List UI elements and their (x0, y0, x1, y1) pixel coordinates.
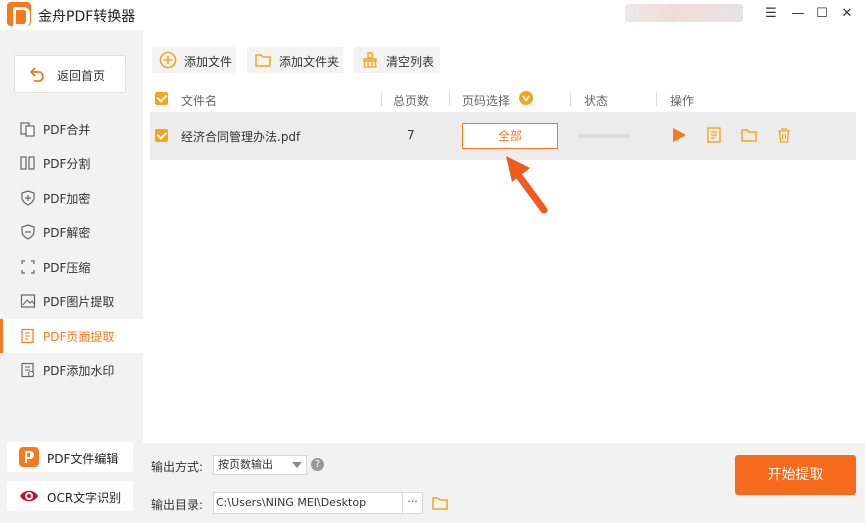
title-bar: 金舟PDF转换器 ☰ — ☐ ✕ (0, 0, 865, 30)
output-mode-label: 输出方式: (151, 460, 204, 474)
ocr-eye-icon (19, 486, 39, 506)
sidebar-item-pdf-image-extract[interactable]: PDF图片提取 (0, 284, 143, 318)
start-extract-button[interactable]: 开始提取 (735, 455, 856, 495)
sidebar-item-label: PDF加密 (43, 192, 91, 206)
header-actions: 操作 (670, 94, 695, 108)
app-title: 金舟PDF转换器 (38, 9, 136, 25)
menu-icon[interactable]: ☰ (762, 6, 780, 22)
back-home-button[interactable]: 返回首页 (14, 55, 126, 93)
row-checkbox[interactable] (155, 129, 168, 142)
output-mode-value: 按页数输出 (218, 458, 273, 471)
select-all-checkbox[interactable] (155, 92, 168, 105)
header-pages: 总页数 (393, 94, 430, 108)
output-mode-select[interactable]: 按页数输出 (213, 455, 307, 475)
compress-icon (21, 260, 35, 274)
minimize-button[interactable]: — (789, 6, 807, 22)
column-divider (449, 92, 450, 106)
add-folder-button[interactable]: 添加文件夹 (247, 47, 343, 73)
unlock-shield-icon (21, 224, 35, 240)
clear-list-label: 清空列表 (386, 55, 435, 69)
column-divider (656, 92, 657, 106)
app-logo-icon (7, 2, 31, 27)
sidebar-item-pdf-page-extract[interactable]: PDF页面提取 (0, 319, 143, 353)
document-icon[interactable] (705, 126, 723, 144)
column-divider (381, 92, 382, 106)
page-select-info-icon[interactable] (519, 91, 533, 105)
page-extract-icon (21, 328, 34, 344)
file-table-header: 文件名 总页数 页码选择 状态 操作 (150, 86, 856, 112)
split-icon (20, 156, 35, 170)
user-account-area[interactable] (625, 4, 743, 22)
sidebar-item-label: PDF图片提取 (43, 295, 115, 309)
sidebar-item-label: PDF页面提取 (43, 330, 115, 344)
sidebar-item-pdf-watermark[interactable]: PDF添加水印 (0, 353, 143, 387)
help-icon[interactable]: ? (311, 458, 324, 471)
add-file-button[interactable]: 添加文件 (152, 47, 236, 73)
lock-shield-icon (21, 190, 35, 206)
sidebar-item-pdf-merge[interactable]: PDF合并 (0, 112, 143, 146)
clear-list-button[interactable]: 清空列表 (354, 47, 440, 73)
sidebar-item-label: PDF压缩 (43, 261, 91, 275)
page-select-button[interactable]: 全部 (462, 123, 558, 149)
close-button[interactable]: ✕ (838, 6, 856, 22)
column-divider (570, 92, 571, 106)
pdf-editor-icon (19, 447, 39, 467)
add-folder-label: 添加文件夹 (279, 55, 340, 69)
sidebar-item-pdf-encrypt[interactable]: PDF加密 (0, 181, 143, 215)
image-icon (20, 294, 36, 308)
pdf-editor-label: PDF文件编辑 (47, 452, 119, 466)
sidebar: 返回首页 PDF合并 PDF分割 PDF加密 PDF解密 PDF压缩 PDF图片… (0, 30, 143, 523)
open-folder-icon[interactable] (431, 494, 449, 512)
watermark-icon (21, 362, 35, 378)
sidebar-item-label: PDF解密 (43, 226, 91, 240)
sidebar-item-pdf-compress[interactable]: PDF压缩 (0, 250, 143, 284)
back-arrow-icon (29, 67, 44, 82)
maximize-button[interactable]: ☐ (813, 6, 831, 22)
add-circle-icon (159, 51, 177, 69)
header-filename: 文件名 (181, 94, 218, 108)
output-settings-bar: 输出方式: 按页数输出 ? 输出目录: C:\Users\NING MEI\De… (143, 443, 865, 523)
sidebar-item-label: PDF合并 (43, 123, 91, 137)
annotation-arrow-icon (506, 156, 548, 214)
trash-icon[interactable] (775, 126, 793, 144)
open-folder-icon[interactable] (740, 126, 758, 144)
output-dir-label: 输出目录: (151, 498, 204, 512)
sidebar-item-label: PDF分割 (43, 157, 91, 171)
sidebar-item-label: PDF添加水印 (43, 364, 115, 378)
broom-icon (363, 52, 377, 68)
row-page-count: 7 (407, 128, 415, 142)
play-icon[interactable] (670, 126, 688, 144)
row-filename: 经济合同管理办法.pdf (181, 130, 301, 144)
output-dir-input[interactable]: C:\Users\NING MEI\Desktop (213, 492, 403, 514)
header-page-select: 页码选择 (462, 94, 511, 108)
ocr-label: OCR文字识别 (47, 491, 122, 505)
sidebar-item-pdf-split[interactable]: PDF分割 (0, 146, 143, 180)
browse-button[interactable]: ··· (403, 492, 423, 514)
ocr-button[interactable]: OCR文字识别 (7, 481, 133, 511)
chevron-down-icon (292, 462, 302, 468)
pdf-editor-button[interactable]: PDF文件编辑 (7, 442, 133, 472)
add-file-label: 添加文件 (184, 55, 233, 69)
back-home-label: 返回首页 (57, 69, 106, 83)
folder-icon (255, 54, 271, 67)
header-status: 状态 (584, 94, 609, 108)
progress-bar (578, 134, 630, 138)
merge-icon (20, 122, 35, 137)
sidebar-item-pdf-decrypt[interactable]: PDF解密 (0, 215, 143, 249)
